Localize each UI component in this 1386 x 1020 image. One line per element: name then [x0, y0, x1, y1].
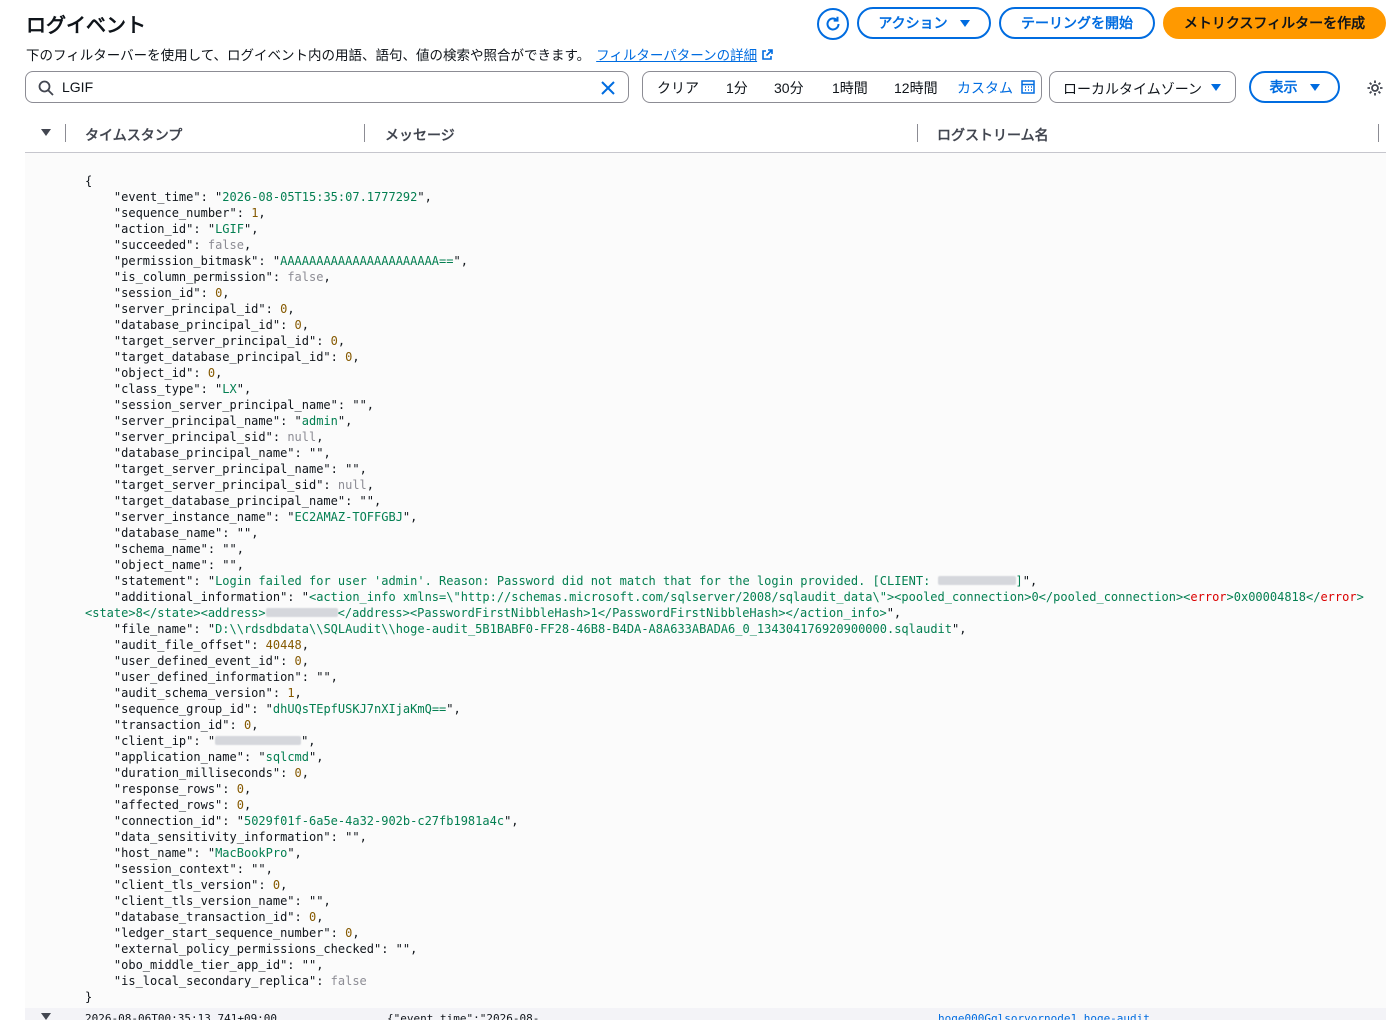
- row-message: {"event_time":"2026-08-: [387, 1012, 540, 1020]
- field-connection-id: 5029f01f-6a5e-4a32-902b-c27fb1981a4c: [243, 814, 505, 828]
- field-sequence-number: 1: [251, 206, 259, 220]
- field-additional-information-cont: <state>8</state><address>: [85, 606, 266, 620]
- field-affected-rows: 0: [236, 798, 244, 812]
- field-audit-schema-version: 1: [287, 686, 295, 700]
- page-description: 下のフィルターバーを使用して、ログイベント内の用語、語句、値の検索や照合ができま…: [26, 44, 773, 64]
- column-log-stream[interactable]: ログストリーム名: [937, 125, 1049, 145]
- column-message[interactable]: メッセージ: [385, 125, 455, 145]
- field-statement: Login failed for user 'admin'. Reason: P…: [215, 574, 938, 588]
- caret-down-icon: [959, 19, 970, 27]
- field-target-database-principal-id: 0: [345, 350, 353, 364]
- field-target-server-principal-sid: null: [337, 478, 367, 492]
- external-link-icon: [762, 49, 773, 60]
- search-value: LGIF: [62, 79, 94, 95]
- redacted-address: [265, 608, 338, 617]
- field-server-principal-sid: null: [287, 430, 317, 444]
- field-object-id: 0: [207, 366, 216, 380]
- display-button[interactable]: 表示: [1249, 71, 1340, 103]
- filter-pattern-link[interactable]: フィルターパターンの詳細: [596, 48, 757, 63]
- row-log-stream-link[interactable]: hoge000Gqlsorvornode1.hoge-audit: [938, 1012, 1150, 1020]
- display-label: 表示: [1269, 79, 1298, 95]
- redacted-client-ip: [215, 736, 302, 745]
- error-value: >0x00004818</: [1226, 590, 1321, 604]
- field-duration-ms: 0: [294, 766, 302, 780]
- expand-row-icon[interactable]: [41, 1013, 51, 1020]
- range-clear[interactable]: クリア: [657, 78, 699, 98]
- expand-all-icon[interactable]: [41, 129, 51, 136]
- range-1m[interactable]: 1分: [726, 78, 748, 98]
- create-metric-filter-button[interactable]: メトリクスフィルターを作成: [1163, 7, 1386, 39]
- caret-down-icon: [1211, 84, 1221, 91]
- field-audit-file-offset: 40448: [265, 638, 302, 652]
- calendar-icon[interactable]: [1021, 80, 1035, 94]
- range-30m[interactable]: 30分: [774, 78, 804, 98]
- search-icon: [38, 80, 54, 96]
- description-text: 下のフィルターバーを使用して、ログイベント内の用語、語句、値の検索や照合ができま…: [26, 48, 591, 63]
- field-permission-bitmask: AAAAAAAAAAAAAAAAAAAAAA==: [280, 254, 454, 268]
- field-server-principal-name: admin: [301, 414, 338, 428]
- error-tag-open: error: [1190, 590, 1227, 604]
- field-action-id: LGIF: [215, 222, 244, 236]
- field-database-principal-id: 0: [294, 318, 302, 332]
- range-12h[interactable]: 12時間: [894, 78, 938, 98]
- field-ledger-start-sequence-number: 0: [345, 926, 353, 940]
- refresh-icon: [826, 16, 840, 31]
- log-event-json: { "event_time": "2026-08-05T15:35:07.177…: [85, 174, 1364, 1004]
- field-succeeded: false: [207, 238, 244, 252]
- caret-down-icon: [1309, 83, 1320, 91]
- field-user-defined-event-id: 0: [294, 654, 302, 668]
- field-client-tls-version: 0: [272, 878, 281, 892]
- time-range-selector[interactable]: クリア 1分 30分 1時間 12時間 カスタム: [642, 71, 1042, 103]
- field-class-type: LX: [222, 382, 237, 396]
- timezone-select[interactable]: ローカルタイムゾーン: [1049, 71, 1236, 103]
- field-application-name: sqlcmd: [265, 750, 309, 764]
- search-input[interactable]: LGIF: [25, 71, 629, 103]
- table-header: タイムスタンプ メッセージ ログストリーム名: [25, 122, 1386, 153]
- field-additional-information-end: </address><PasswordFirstNibbleHash>1</Pa…: [337, 606, 887, 620]
- field-server-principal-id: 0: [280, 302, 288, 316]
- row-timestamp: 2026-08-06T00:35:13.741+09:00: [85, 1012, 278, 1020]
- redacted-client-ip: [937, 576, 1016, 585]
- field-response-rows: 0: [236, 782, 244, 796]
- field-server-instance-name: EC2AMAZ-TOFFGBJ: [294, 510, 403, 524]
- field-file-name: D:\\rdsdbdata\\SQLAudit\\hoge-audit_5B1B…: [215, 622, 952, 636]
- gear-icon[interactable]: [1366, 79, 1384, 97]
- range-1h[interactable]: 1時間: [832, 78, 868, 98]
- actions-label: アクション: [878, 15, 948, 31]
- field-database-transaction-id: 0: [308, 910, 317, 924]
- range-custom[interactable]: カスタム: [957, 78, 1013, 98]
- table-row[interactable]: 2026-08-06T00:35:13.741+09:00 {"event_ti…: [25, 1008, 1386, 1020]
- column-divider[interactable]: [364, 124, 365, 142]
- column-timestamp[interactable]: タイムスタンプ: [85, 125, 182, 145]
- field-host-name: MacBookPro: [215, 846, 288, 860]
- column-divider: [65, 124, 66, 142]
- column-divider[interactable]: [1378, 124, 1379, 142]
- close-icon[interactable]: [600, 80, 616, 96]
- actions-button[interactable]: アクション: [857, 7, 991, 39]
- field-session-id: 0: [215, 286, 223, 300]
- field-sequence-group-id: dhUQsTEpfUSKJ7nXIjaKmQ==: [272, 702, 447, 716]
- field-is-local-secondary-replica: false: [330, 974, 367, 988]
- field-target-server-principal-id: 0: [330, 334, 338, 348]
- field-event-time: 2026-08-05T15:35:07.1777292: [222, 190, 418, 204]
- refresh-button[interactable]: [817, 8, 849, 40]
- error-tag-close: error: [1320, 590, 1357, 604]
- page-title: ログイベント: [26, 15, 146, 37]
- field-is-column-permission: false: [287, 270, 324, 284]
- field-transaction-id: 0: [243, 718, 252, 732]
- start-tailing-button[interactable]: テーリングを開始: [999, 7, 1155, 39]
- timezone-value: ローカルタイムゾーン: [1063, 81, 1203, 97]
- column-divider[interactable]: [917, 124, 918, 142]
- field-additional-information: <action_info xmlns=\"http://schemas.micr…: [308, 590, 1191, 604]
